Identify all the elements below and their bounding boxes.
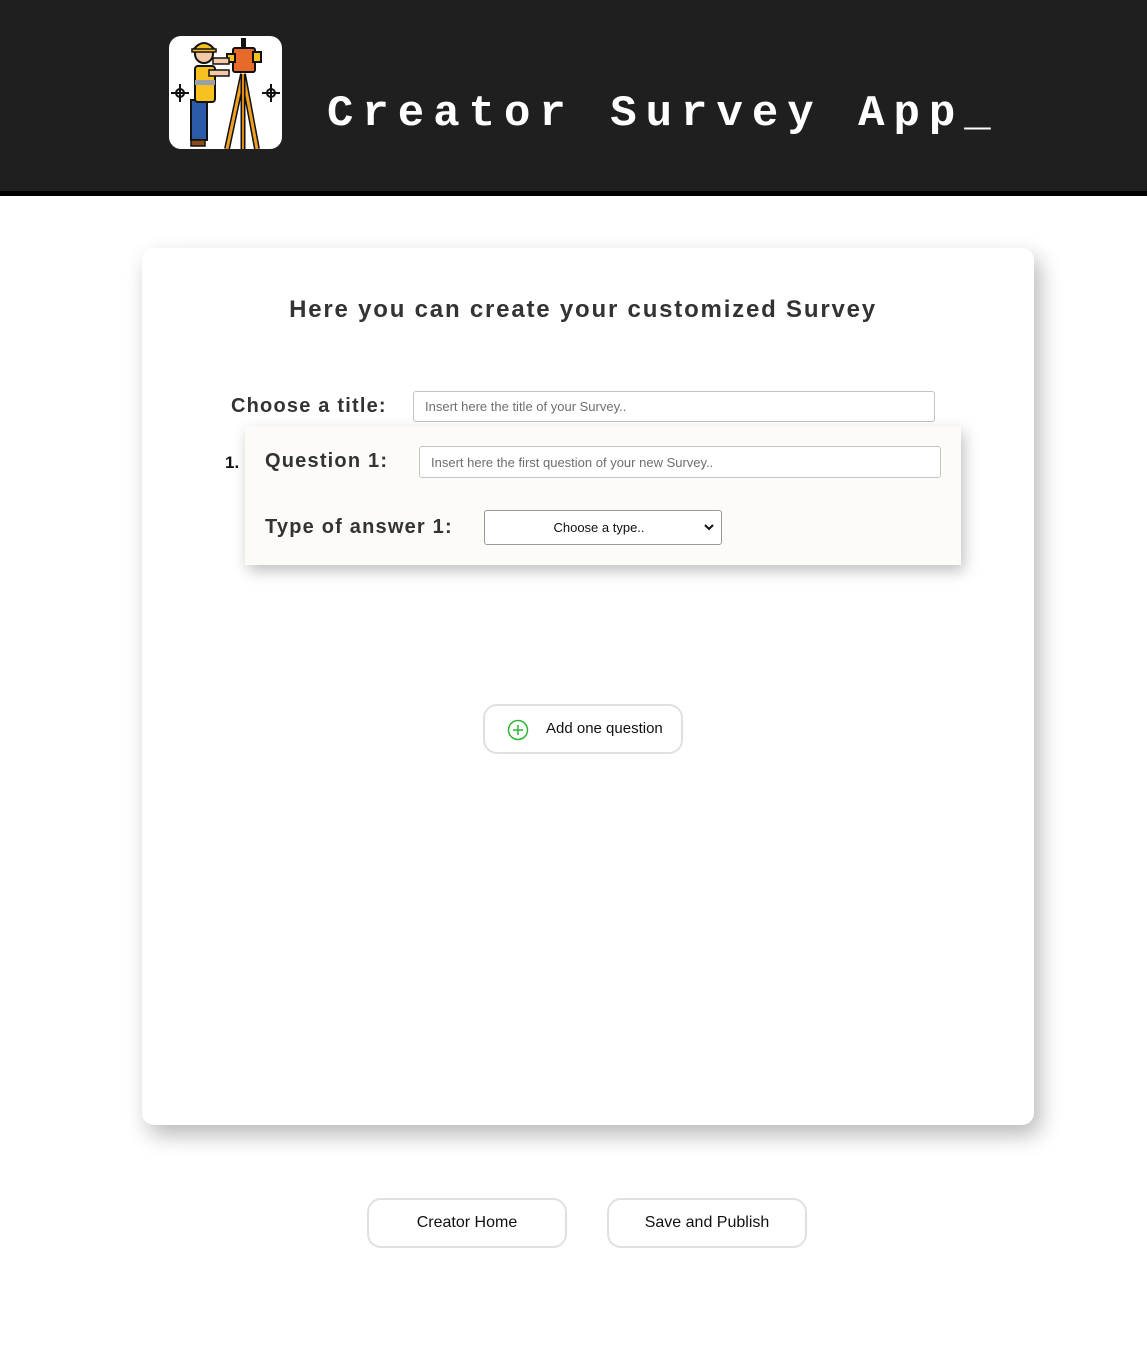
app-header: Creator Survey App_ xyxy=(0,0,1147,196)
add-question-button[interactable]: Add one question xyxy=(483,704,683,754)
surveyor-icon xyxy=(169,36,282,149)
answer-type-select[interactable]: Choose a type.. xyxy=(484,510,722,545)
add-question-label: Add one question xyxy=(546,720,663,737)
save-publish-button[interactable]: Save and Publish xyxy=(607,1198,807,1248)
question-number: 1. xyxy=(225,453,240,472)
survey-form-card xyxy=(142,248,1034,1125)
page-title: Here you can create your customized Surv… xyxy=(289,296,877,323)
question-input[interactable] xyxy=(419,446,941,478)
survey-title-input[interactable] xyxy=(413,391,935,422)
creator-home-button[interactable]: Creator Home xyxy=(367,1198,567,1248)
plus-circle-icon xyxy=(507,719,529,741)
answer-type-label: Type of answer 1: xyxy=(265,516,453,538)
chevron-down-icon xyxy=(704,524,714,531)
title-label: Choose a title: xyxy=(231,395,387,417)
answer-type-selected: Choose a type.. xyxy=(553,520,645,535)
app-title: Creator Survey App_ xyxy=(327,89,1000,139)
question-label: Question 1: xyxy=(265,450,389,472)
